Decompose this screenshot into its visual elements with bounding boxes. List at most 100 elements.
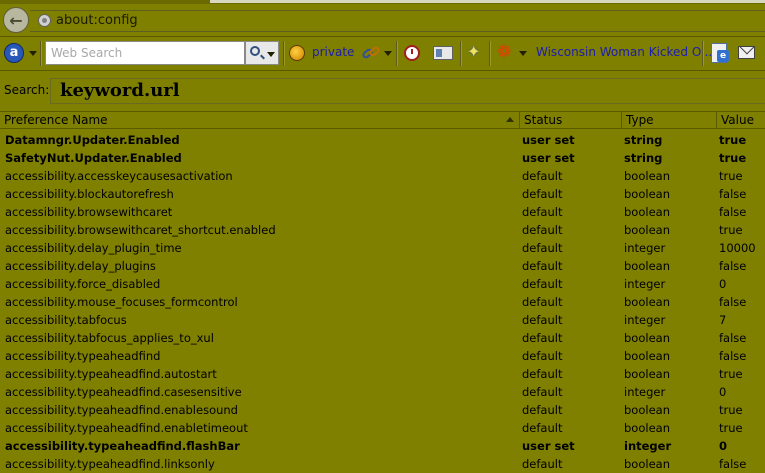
table-row[interactable]: accessibility.tabfocus default integer 7 xyxy=(0,311,765,329)
table-row[interactable]: accessibility.tabfocus_applies_to_xul def… xyxy=(0,329,765,347)
news-headline-link[interactable]: Wisconsin Woman Kicked O... xyxy=(536,45,712,59)
table-row[interactable]: accessibility.typeaheadfind.enablesound d… xyxy=(0,401,765,419)
search-button[interactable] xyxy=(245,41,279,65)
cell-value: true xyxy=(719,151,747,165)
sparkle-icon[interactable]: ✦ xyxy=(467,42,480,61)
cell-status: default xyxy=(522,295,563,309)
cell-preference-name: accessibility.typeaheadfind.enabletimeou… xyxy=(5,421,248,435)
table-row[interactable]: accessibility.typeaheadfind.linksonly def… xyxy=(0,455,765,473)
fire-icon[interactable]: ❁ xyxy=(497,42,511,62)
cell-preference-name: accessibility.typeaheadfind xyxy=(5,349,161,363)
private-button-label[interactable]: private xyxy=(312,45,354,59)
cell-status: default xyxy=(522,421,563,435)
cell-preference-name: accessibility.typeaheadfind.casesensitiv… xyxy=(5,385,242,399)
web-search-box[interactable] xyxy=(45,41,247,65)
table-row[interactable]: accessibility.browsewithcaret_shortcut.e… xyxy=(0,221,765,239)
cell-type: boolean xyxy=(624,295,670,309)
ask-dropdown-icon[interactable] xyxy=(29,51,37,56)
link-chain-icon[interactable] xyxy=(362,44,380,62)
table-row[interactable]: accessibility.accesskeycausesactivation d… xyxy=(0,167,765,185)
cell-status: default xyxy=(522,223,563,237)
cell-value: 10000 xyxy=(719,241,756,255)
sort-ascending-icon xyxy=(506,117,514,122)
filter-input-value: keyword.url xyxy=(60,80,180,101)
cell-preference-name: accessibility.tabfocus_applies_to_xul xyxy=(5,331,214,345)
column-header-status[interactable]: Status xyxy=(520,112,622,129)
cell-type: boolean xyxy=(624,259,670,273)
stopwatch-icon[interactable] xyxy=(404,45,420,61)
filter-input[interactable]: keyword.url xyxy=(50,78,765,104)
preference-filter-bar: Search: keyword.url xyxy=(0,71,765,111)
cell-preference-name: accessibility.typeaheadfind.linksonly xyxy=(5,457,215,471)
back-arrow-icon: ← xyxy=(9,10,23,30)
cell-preference-name: SafetyNut.Updater.Enabled xyxy=(5,151,182,165)
cell-type: boolean xyxy=(624,403,670,417)
cell-status: default xyxy=(522,349,563,363)
private-icon[interactable] xyxy=(289,45,305,61)
web-search-input[interactable] xyxy=(46,42,247,64)
cell-value: false xyxy=(719,187,747,201)
cell-status: user set xyxy=(522,133,575,147)
cell-preference-name: accessibility.typeaheadfind.autostart xyxy=(5,367,217,381)
column-header-name[interactable]: Preference Name xyxy=(0,112,520,129)
tab-strip xyxy=(210,0,765,3)
cell-type: boolean xyxy=(624,367,670,381)
column-header-value[interactable]: Value xyxy=(717,112,765,129)
cell-type: string xyxy=(624,133,663,147)
cell-preference-name: accessibility.tabfocus xyxy=(5,313,127,327)
cell-value: false xyxy=(719,331,747,345)
cell-status: default xyxy=(522,367,563,381)
globe-icon xyxy=(38,14,51,27)
cell-type: integer xyxy=(624,385,666,399)
cell-preference-name: accessibility.force_disabled xyxy=(5,277,161,291)
table-row[interactable]: accessibility.blockautorefresh default boo… xyxy=(0,185,765,203)
table-row[interactable]: accessibility.typeaheadfind default boolea… xyxy=(0,347,765,365)
cell-type: integer xyxy=(624,313,666,327)
cell-type: boolean xyxy=(624,349,670,363)
table-row[interactable]: accessibility.typeaheadfind.casesensitiv… xyxy=(0,383,765,401)
cell-value: 0 xyxy=(719,277,727,291)
cell-preference-name: accessibility.browsewithcaret_shortcut.e… xyxy=(5,223,276,237)
table-row[interactable]: accessibility.typeaheadfind.flashBar user… xyxy=(0,437,765,455)
table-row[interactable]: SafetyNut.Updater.Enabled user set string t… xyxy=(0,149,765,167)
cell-preference-name: accessibility.mouse_focuses_formcontrol xyxy=(5,295,238,309)
toolbar-separator xyxy=(702,41,704,66)
table-row[interactable]: accessibility.delay_plugin_time default in… xyxy=(0,239,765,257)
cell-status: default xyxy=(522,187,563,201)
column-header-type-label: Type xyxy=(626,113,654,127)
back-button[interactable]: ← xyxy=(3,7,29,33)
cell-value: true xyxy=(719,421,743,435)
cell-type: boolean xyxy=(624,223,670,237)
cell-status: user set xyxy=(522,439,575,453)
cell-preference-name: accessibility.typeaheadfind.enablesound xyxy=(5,403,238,417)
table-row[interactable]: accessibility.delay_plugins default boolea… xyxy=(0,257,765,275)
cell-status: default xyxy=(522,277,563,291)
table-row[interactable]: accessibility.browsewithcaret default bool… xyxy=(0,203,765,221)
cell-type: boolean xyxy=(624,457,670,471)
search-dropdown-icon[interactable] xyxy=(267,52,275,57)
cell-value: false xyxy=(719,259,747,273)
url-field[interactable]: about:config xyxy=(30,10,765,32)
preference-table-body: Datamngr.Updater.Enabled user set string tr… xyxy=(0,131,765,473)
page-icon[interactable] xyxy=(711,43,729,63)
cell-type: string xyxy=(624,151,663,165)
ask-logo-icon[interactable]: a xyxy=(4,43,24,63)
cell-status: default xyxy=(522,205,563,219)
mail-icon[interactable] xyxy=(738,46,755,59)
link-dropdown-icon[interactable] xyxy=(384,51,392,56)
table-row[interactable]: Datamngr.Updater.Enabled user set string tr… xyxy=(0,131,765,149)
table-row[interactable]: accessibility.typeaheadfind.enabletimeou… xyxy=(0,419,765,437)
table-row[interactable]: accessibility.typeaheadfind.autostart def… xyxy=(0,365,765,383)
column-header-type[interactable]: Type xyxy=(622,112,717,129)
table-row[interactable]: accessibility.force_disabled default integ… xyxy=(0,275,765,293)
table-row[interactable]: accessibility.mouse_focuses_formcontrol d… xyxy=(0,293,765,311)
cell-value: false xyxy=(719,349,747,363)
cell-value: false xyxy=(719,205,747,219)
news-dropdown-icon[interactable] xyxy=(519,51,527,56)
cell-status: user set xyxy=(522,151,575,165)
cell-status: default xyxy=(522,313,563,327)
cell-preference-name: accessibility.accesskeycausesactivation xyxy=(5,169,233,183)
contact-card-icon[interactable] xyxy=(433,46,453,60)
cell-status: default xyxy=(522,385,563,399)
cell-preference-name: Datamngr.Updater.Enabled xyxy=(5,133,180,147)
